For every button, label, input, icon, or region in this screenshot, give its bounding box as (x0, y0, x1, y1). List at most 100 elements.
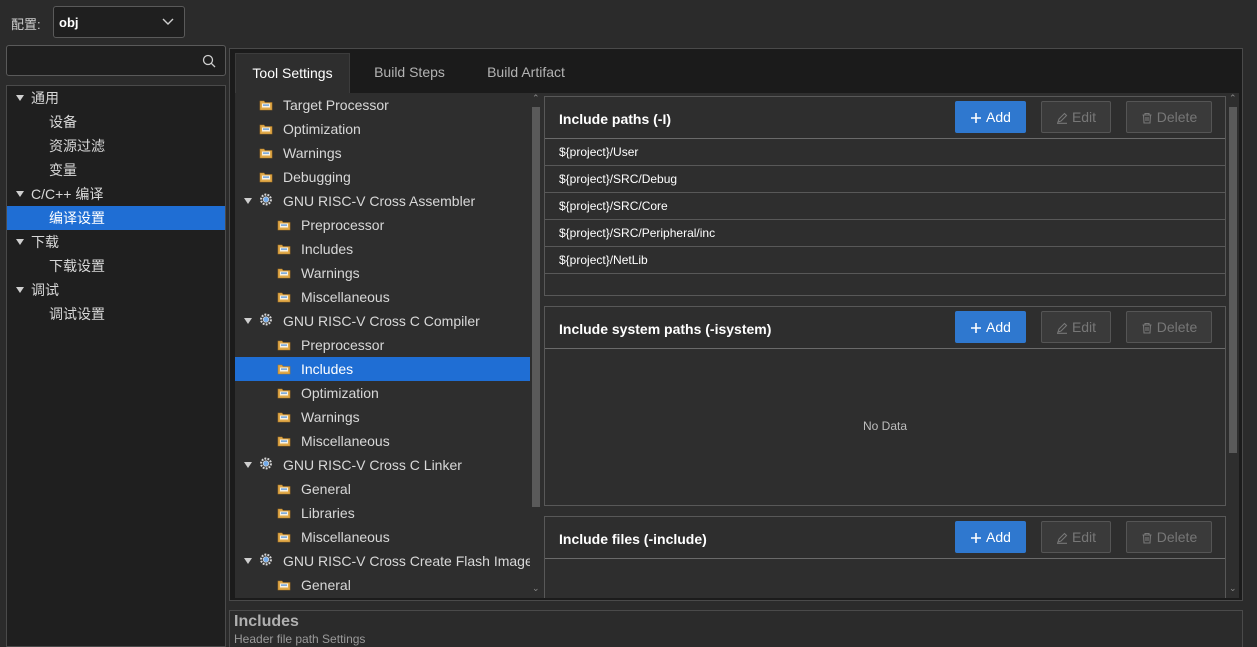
tool-tree-group[interactable]: GNU RISC-V Cross C Linker (235, 453, 530, 477)
nav-item[interactable]: 下载设置 (7, 254, 225, 278)
tool-tree-item-label: General (301, 577, 351, 593)
tool-tree-item[interactable]: Preprocessor (235, 333, 530, 357)
tool-tree-item[interactable]: Preprocessor (235, 213, 530, 237)
nav-group-item[interactable]: C/C++ 编译 (7, 182, 225, 206)
include-system-paths-edit-button[interactable]: Edit (1041, 311, 1111, 343)
delete-label: Delete (1156, 529, 1198, 545)
nav-group-item[interactable]: 调试 (7, 278, 225, 302)
config-select[interactable]: obj (53, 6, 185, 38)
sections-scrollbar[interactable]: ⌃ ⌄ (1227, 93, 1239, 598)
folder-settings-icon (277, 484, 291, 495)
include-files-add-button[interactable]: Add (955, 521, 1026, 553)
tool-tree-item-label: Miscellaneous (301, 529, 390, 545)
tool-tree-item-label: GNU RISC-V Cross Assembler (283, 193, 476, 209)
expand-caret-icon[interactable] (16, 191, 24, 197)
tool-tree-scrollbar[interactable]: ⌃ ⌄ (530, 93, 542, 598)
tool-tree-scroll-thumb[interactable] (532, 107, 540, 507)
nav-group-item[interactable]: 通用 (7, 86, 225, 110)
expand-caret-icon[interactable] (16, 95, 24, 101)
trash-icon (1142, 532, 1152, 544)
nav-item-label: 下载设置 (49, 258, 105, 274)
include-paths-delete-button[interactable]: Delete (1126, 101, 1212, 133)
include-paths-edit-button[interactable]: Edit (1041, 101, 1111, 133)
tool-tree-item[interactable]: Warnings (235, 141, 530, 165)
include-system-paths-add-button[interactable]: Add (955, 311, 1026, 343)
tool-tree-group[interactable]: GNU RISC-V Cross Assembler (235, 189, 530, 213)
nav-item-label: 变量 (49, 162, 77, 178)
tool-tree-item[interactable]: Warnings (235, 405, 530, 429)
tool-tree-item-label: Debugging (283, 169, 351, 185)
folder-settings-icon (259, 148, 273, 159)
tool-tree-item[interactable]: Warnings (235, 261, 530, 285)
gear-icon (260, 553, 272, 566)
tool-tree-item-label: Target Processor (283, 97, 389, 113)
include-path-row[interactable]: ${project}/SRC/Core (545, 193, 1225, 220)
tab-build-artifact[interactable]: Build Artifact (473, 53, 579, 93)
nav-item[interactable]: 设备 (7, 110, 225, 134)
description-subtitle: Header file path Settings (234, 632, 366, 646)
folder-settings-icon (277, 364, 291, 375)
tool-tree-item[interactable]: Miscellaneous (235, 429, 530, 453)
tool-tree-item[interactable]: General (235, 477, 530, 501)
include-path-row[interactable]: ${project}/NetLib (545, 247, 1225, 274)
nav-item[interactable]: 调试设置 (7, 302, 225, 326)
scroll-down-arrow-icon[interactable]: ⌄ (532, 583, 540, 594)
tool-tree-item[interactable]: Miscellaneous (235, 525, 530, 549)
tool-tree-item[interactable]: Optimization (235, 381, 530, 405)
include-paths-add-button[interactable]: Add (955, 101, 1026, 133)
scroll-up-arrow-icon[interactable]: ⌃ (532, 93, 540, 104)
tab-build-steps[interactable]: Build Steps (358, 53, 461, 93)
include-files-section: Include files (-include) Add Edit Delete (544, 516, 1226, 598)
scroll-down-arrow-icon[interactable]: ⌄ (1229, 583, 1237, 594)
delete-label: Delete (1156, 319, 1198, 335)
edit-label: Edit (1071, 319, 1097, 335)
main-panel: Tool Settings Build Steps Build Artifact… (229, 48, 1243, 601)
expand-caret-icon[interactable] (16, 239, 24, 245)
include-path-row[interactable]: ${project}/SRC/Debug (545, 166, 1225, 193)
add-label: Add (986, 319, 1011, 335)
tool-tree-item-label: Includes (301, 241, 354, 257)
tool-tree-item[interactable]: Includes (235, 357, 530, 381)
expand-caret-icon[interactable] (244, 198, 252, 204)
include-files-edit-button[interactable]: Edit (1041, 521, 1111, 553)
tool-tree-item[interactable]: Miscellaneous (235, 285, 530, 309)
include-files-delete-button[interactable]: Delete (1126, 521, 1212, 553)
sections-scroll-thumb[interactable] (1229, 107, 1237, 453)
nav-item-label: 下载 (31, 234, 59, 250)
description-title: Includes (234, 613, 299, 630)
expand-caret-icon[interactable] (244, 558, 252, 564)
include-sections: Include paths (-I) Add Edit Delete ${pro… (543, 93, 1227, 598)
include-paths-section: Include paths (-I) Add Edit Delete ${pro… (544, 96, 1226, 296)
expand-caret-icon[interactable] (244, 462, 252, 468)
search-icon[interactable] (202, 54, 216, 68)
nav-item[interactable]: 编译设置 (7, 206, 225, 230)
nav-group-item[interactable]: 下载 (7, 230, 225, 254)
nav-item-label: 资源过滤 (49, 138, 105, 154)
scroll-up-arrow-icon[interactable]: ⌃ (1229, 93, 1237, 104)
tool-tree-item[interactable]: Includes (235, 237, 530, 261)
include-system-paths-delete-button[interactable]: Delete (1126, 311, 1212, 343)
tool-tree-group[interactable]: GNU RISC-V Cross C Compiler (235, 309, 530, 333)
tab-tool-settings[interactable]: Tool Settings (235, 53, 350, 93)
include-files-header: Include files (-include) Add Edit Delete (545, 517, 1225, 559)
tool-tree-item[interactable]: Target Processor (235, 93, 530, 117)
nav-item[interactable]: 资源过滤 (7, 134, 225, 158)
expand-caret-icon[interactable] (16, 287, 24, 293)
expand-caret-icon[interactable] (244, 318, 252, 324)
tool-tree-item[interactable]: Optimization (235, 117, 530, 141)
delete-label: Delete (1156, 109, 1198, 125)
include-paths-title: Include paths (-I) (559, 111, 671, 127)
tool-tree-item-label: General (301, 481, 351, 497)
folder-settings-icon (259, 172, 273, 183)
include-path-row[interactable]: ${project}/User (545, 139, 1225, 166)
folder-settings-icon (277, 412, 291, 423)
tool-tree-group[interactable]: GNU RISC-V Cross Create Flash Image (235, 549, 530, 573)
folder-settings-icon (259, 124, 273, 135)
include-path-row[interactable]: ${project}/SRC/Peripheral/inc (545, 220, 1225, 247)
tool-tree-item[interactable]: General (235, 573, 530, 597)
search-input[interactable] (6, 45, 226, 76)
tool-tree-item[interactable]: Debugging (235, 165, 530, 189)
nav-item[interactable]: 变量 (7, 158, 225, 182)
pencil-icon (1056, 322, 1068, 334)
tool-tree-item[interactable]: Libraries (235, 501, 530, 525)
